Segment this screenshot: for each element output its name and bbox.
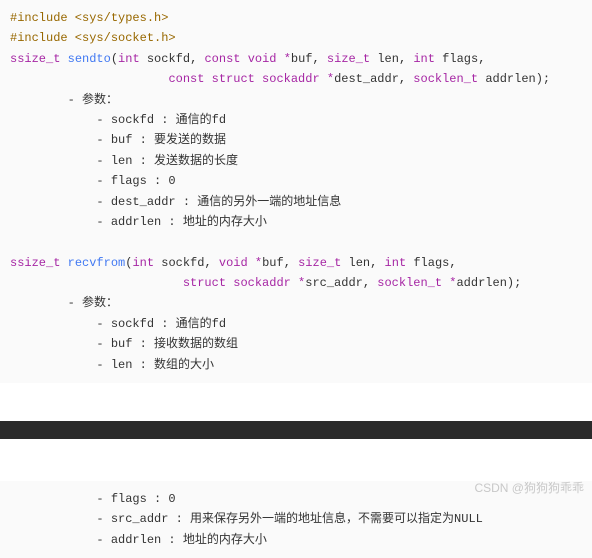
param-item: - flags : 0 bbox=[10, 492, 176, 506]
param-item: - len : 数组的大小 bbox=[10, 358, 214, 372]
param-item: - sockfd : 通信的fd bbox=[10, 317, 226, 331]
code-block-top: #include <sys/types.h> #include <sys/soc… bbox=[0, 0, 592, 383]
param-header: - 参数： bbox=[10, 296, 118, 310]
param-item: - dest_addr : 通信的另外一端的地址信息 bbox=[10, 195, 341, 209]
sendto-signature-line1: ssize_t sendto(int sockfd, const void *b… bbox=[10, 52, 485, 66]
param-item: - addrlen : 地址的内存大小 bbox=[10, 215, 267, 229]
param-item: - buf : 接收数据的数组 bbox=[10, 337, 238, 351]
recvfrom-signature-line1: ssize_t recvfrom(int sockfd, void *buf, … bbox=[10, 256, 457, 270]
param-item: - sockfd : 通信的fd bbox=[10, 113, 226, 127]
gap bbox=[0, 383, 592, 421]
param-header: - 参数： bbox=[10, 93, 118, 107]
param-item: - buf : 要发送的数据 bbox=[10, 133, 226, 147]
gap bbox=[0, 439, 592, 481]
param-item: - flags : 0 bbox=[10, 174, 176, 188]
sendto-signature-line2: const struct sockaddr *dest_addr, sockle… bbox=[10, 72, 550, 86]
param-item: - len : 发送数据的长度 bbox=[10, 154, 238, 168]
include-line: #include <sys/types.h> bbox=[10, 11, 168, 25]
separator-bar bbox=[0, 421, 592, 439]
code-block-bottom: - flags : 0 - src_addr : 用来保存另外一端的地址信息，不… bbox=[0, 481, 592, 558]
param-item: - src_addr : 用来保存另外一端的地址信息，不需要可以指定为NULL bbox=[10, 512, 483, 526]
param-item: - addrlen : 地址的内存大小 bbox=[10, 533, 267, 547]
recvfrom-signature-line2: struct sockaddr *src_addr, socklen_t *ad… bbox=[10, 276, 521, 290]
include-line: #include <sys/socket.h> bbox=[10, 31, 176, 45]
